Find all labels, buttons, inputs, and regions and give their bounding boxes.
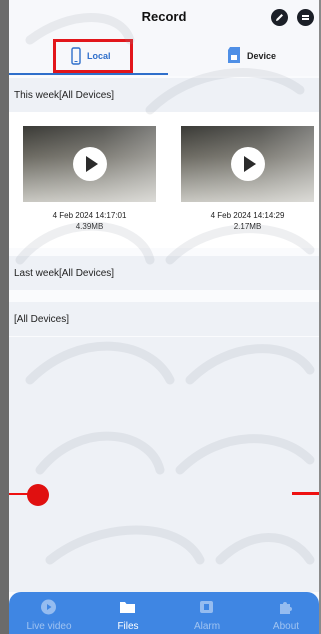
empty-area — [9, 337, 319, 592]
play-icon[interactable] — [230, 147, 265, 181]
video-size: 4.39MB — [75, 222, 104, 231]
nav-live-video[interactable]: Live video — [14, 592, 84, 634]
video-meta: 4 Feb 2024 14:14:29 2.17MB — [181, 210, 314, 232]
section-last-week: Last week[All Devices] — [9, 256, 319, 290]
nav-about-label: About — [272, 621, 300, 632]
sd-card-icon — [228, 47, 240, 63]
layers-icon[interactable] — [297, 9, 314, 26]
play-icon[interactable] — [72, 147, 107, 181]
play-circle-icon — [41, 599, 56, 615]
section-older: [All Devices] — [9, 302, 319, 336]
edit-icon[interactable] — [271, 9, 288, 26]
tab-underline — [9, 73, 168, 75]
video-meta: 4 Feb 2024 14:17:01 4.39MB — [23, 210, 156, 232]
folder-icon — [120, 602, 135, 613]
left-frame — [0, 0, 9, 634]
video-date: 4 Feb 2024 14:14:29 — [210, 211, 285, 220]
phone-icon — [71, 47, 81, 65]
puzzle-icon — [280, 602, 292, 614]
tab-device[interactable]: Device — [219, 36, 319, 76]
nav-files-label: Files — [117, 621, 139, 632]
timeline-line-right — [292, 492, 319, 495]
media-list: 4 Feb 2024 14:17:01 4.39MB 4 Feb 2024 14… — [9, 112, 319, 248]
top-bar: Record — [9, 0, 319, 36]
video-thumbnail[interactable] — [181, 126, 314, 202]
tab-device-label: Device — [247, 51, 277, 61]
video-date: 4 Feb 2024 14:17:01 — [52, 211, 127, 220]
video-thumbnail[interactable] — [23, 126, 156, 202]
nav-about[interactable]: About — [251, 592, 321, 634]
section-this-week: This week[All Devices] — [9, 78, 319, 112]
nav-files[interactable]: Files — [93, 592, 163, 634]
bottom-nav: Live video Files Alarm About — [9, 592, 319, 634]
video-size: 2.17MB — [233, 222, 262, 231]
alarm-icon — [200, 601, 213, 613]
nav-alarm[interactable]: Alarm — [172, 592, 242, 634]
nav-alarm-label: Alarm — [193, 621, 221, 632]
tab-local-label: Local — [87, 51, 111, 61]
tab-local[interactable]: Local — [51, 36, 137, 76]
timeline-handle[interactable] — [27, 484, 49, 506]
nav-live-video-label: Live video — [26, 621, 72, 632]
storage-tabs: Local Device — [9, 36, 319, 76]
